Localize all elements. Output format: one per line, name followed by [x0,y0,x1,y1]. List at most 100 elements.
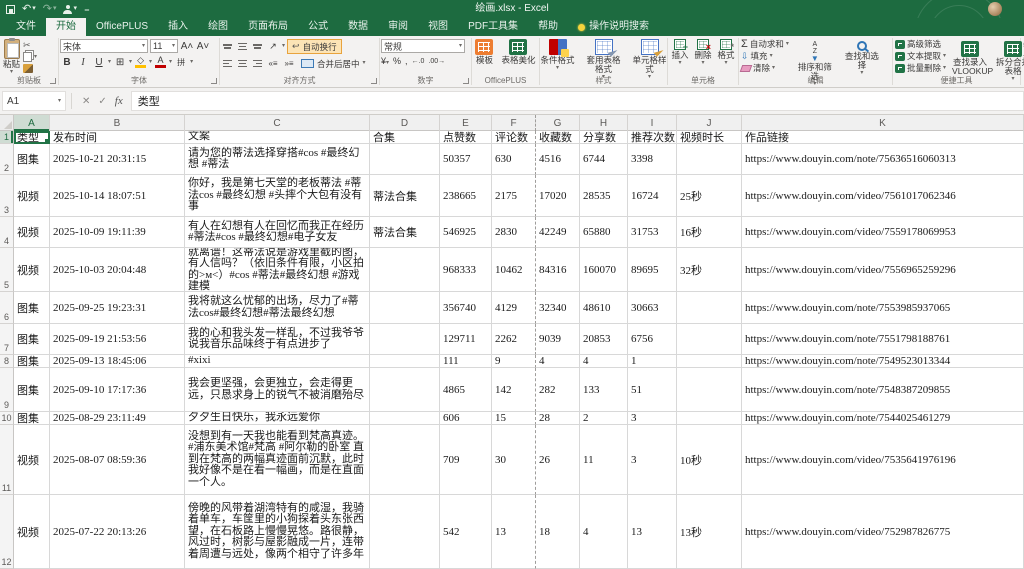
cut-button[interactable]: ✂ [23,40,37,50]
number-dialog-launcher[interactable] [463,78,469,84]
cell-G9[interactable]: 282 [536,368,580,412]
wrap-text-button[interactable]: ↩ 自动换行 [287,39,342,54]
increase-font-button[interactable]: A˄ [180,39,194,53]
row-header-10[interactable]: 10 [0,412,14,425]
cell-K8[interactable]: https://www.douyin.com/note/754952301334… [742,355,1024,368]
column-header-J[interactable]: J [677,115,742,131]
text-extract-button[interactable]: 文本提取▾ [895,51,946,61]
cell-I3[interactable]: 16724 [628,175,677,217]
cell-J3[interactable]: 25秒 [677,175,742,217]
cell-I12[interactable]: 13 [628,495,677,569]
column-header-C[interactable]: C [185,115,370,131]
tab-公式[interactable]: 公式 [298,18,338,36]
cell-A7[interactable]: 图集 [14,324,50,355]
conditional-formatting-button[interactable]: 条件格式 ▾ [536,37,580,73]
cell-K1[interactable]: 作品链接 [742,131,1024,144]
cell-J1[interactable]: 视频时长 [677,131,742,144]
column-header-K[interactable]: K [742,115,1024,131]
cell-C6[interactable]: 我将就这么忧郁的出场，尽力了#蒂法cos#最终幻想#蒂法最终幻想 [185,292,370,324]
cell-K6[interactable]: https://www.douyin.com/note/755398593706… [742,292,1024,324]
cell-H1[interactable]: 分享数 [580,131,628,144]
tab-数据[interactable]: 数据 [338,18,378,36]
column-header-H[interactable]: H [580,115,628,131]
align-right-button[interactable] [251,58,264,69]
vlookup-button[interactable]: 查找录入VLOOKUP [950,39,990,78]
cell-G3[interactable]: 17020 [536,175,580,217]
cell-I11[interactable]: 3 [628,425,677,495]
cell-J4[interactable]: 16秒 [677,217,742,248]
align-center-button[interactable] [236,58,249,69]
cell-A8[interactable]: 图集 [14,355,50,368]
tell-me-search[interactable]: 操作说明搜索 [568,18,659,36]
cell-G4[interactable]: 42249 [536,217,580,248]
cell-G2[interactable]: 4516 [536,144,580,175]
column-header-G[interactable]: G [536,115,580,131]
cell-G12[interactable]: 18 [536,495,580,569]
cell-D12[interactable] [370,495,440,569]
row-header-11[interactable]: 11 [0,425,14,495]
column-header-I[interactable]: I [628,115,677,131]
row-header-9[interactable]: 9 [0,368,14,412]
row-header-6[interactable]: 6 [0,292,14,324]
cell-G11[interactable]: 26 [536,425,580,495]
cell-D9[interactable] [370,368,440,412]
align-left-button[interactable] [221,58,234,69]
cancel-entry-button[interactable]: ✕ [82,96,90,107]
font-size-select[interactable]: 11▾ [150,39,178,53]
decrease-font-button[interactable]: A˅ [196,39,210,53]
cell-A10[interactable]: 图集 [14,412,50,425]
select-all-corner[interactable] [0,115,14,130]
cell-I7[interactable]: 6756 [628,324,677,355]
number-format-select[interactable]: 常规▾ [381,39,465,53]
tab-插入[interactable]: 插入 [158,18,198,36]
cell-I2[interactable]: 3398 [628,144,677,175]
cell-H9[interactable]: 133 [580,368,628,412]
cell-F11[interactable]: 30 [492,425,536,495]
column-header-F[interactable]: F [492,115,536,131]
row-header-8[interactable]: 8 [0,355,14,368]
row-header-7[interactable]: 7 [0,324,14,355]
template-button[interactable]: 模板 [473,37,495,67]
cell-B10[interactable]: 2025-08-29 23:11:49 [50,412,185,425]
cell-K7[interactable]: https://www.douyin.com/note/755179818876… [742,324,1024,355]
tab-绘图[interactable]: 绘图 [198,18,238,36]
cell-I6[interactable]: 30663 [628,292,677,324]
cell-D3[interactable]: 蒂法合集 [370,175,440,217]
cell-D7[interactable] [370,324,440,355]
cell-J8[interactable] [677,355,742,368]
cell-E6[interactable]: 356740 [440,292,492,324]
decrease-decimal-button[interactable]: .00→ [428,58,445,65]
cell-A11[interactable]: 视频 [14,425,50,495]
cell-E11[interactable]: 709 [440,425,492,495]
cell-K5[interactable]: https://www.douyin.com/video/75569652592… [742,248,1024,292]
cell-A4[interactable]: 视频 [14,217,50,248]
cell-H10[interactable]: 2 [580,412,628,425]
cell-C12[interactable]: 傍晚的风带着湖湾特有的咸湿，我骑着单车，车筐里的小狗探着头东张西望，在石板路上慢… [185,495,370,569]
cell-F12[interactable]: 13 [492,495,536,569]
advanced-filter-button[interactable]: 高级筛选 [895,39,946,49]
cell-G8[interactable]: 4 [536,355,580,368]
tab-页面布局[interactable]: 页面布局 [238,18,298,36]
cell-A1[interactable]: 类型 [14,131,50,144]
cell-H12[interactable]: 4 [580,495,628,569]
tab-审阅[interactable]: 审阅 [378,18,418,36]
cell-G6[interactable]: 32340 [536,292,580,324]
tab-OfficePLUS[interactable]: OfficePLUS [86,18,158,36]
decrease-indent-button[interactable]: «≡ [266,57,280,71]
cell-J6[interactable] [677,292,742,324]
cell-B11[interactable]: 2025-08-07 08:59:36 [50,425,185,495]
cell-E1[interactable]: 点赞数 [440,131,492,144]
cell-G5[interactable]: 84316 [536,248,580,292]
cell-C9[interactable]: 我会更坚强，会更独立，会走得更远，只恳求身上的锐气不被消磨殆尽 [185,368,370,412]
increase-indent-button[interactable]: »≡ [282,57,296,71]
cell-F5[interactable]: 10462 [492,248,536,292]
accounting-format-button[interactable]: ¥▾ [381,56,389,66]
orientation-button[interactable]: ↗ [266,40,280,54]
cell-C7[interactable]: 我的心和我头发一样乱，不过我爷爷说我音乐品味终于有点进步了 [185,324,370,355]
cell-C1[interactable]: 文案 [185,131,370,144]
cell-I4[interactable]: 31753 [628,217,677,248]
cell-D10[interactable] [370,412,440,425]
cell-D1[interactable]: 合集 [370,131,440,144]
cell-D4[interactable]: 蒂法合集 [370,217,440,248]
cell-D2[interactable] [370,144,440,175]
